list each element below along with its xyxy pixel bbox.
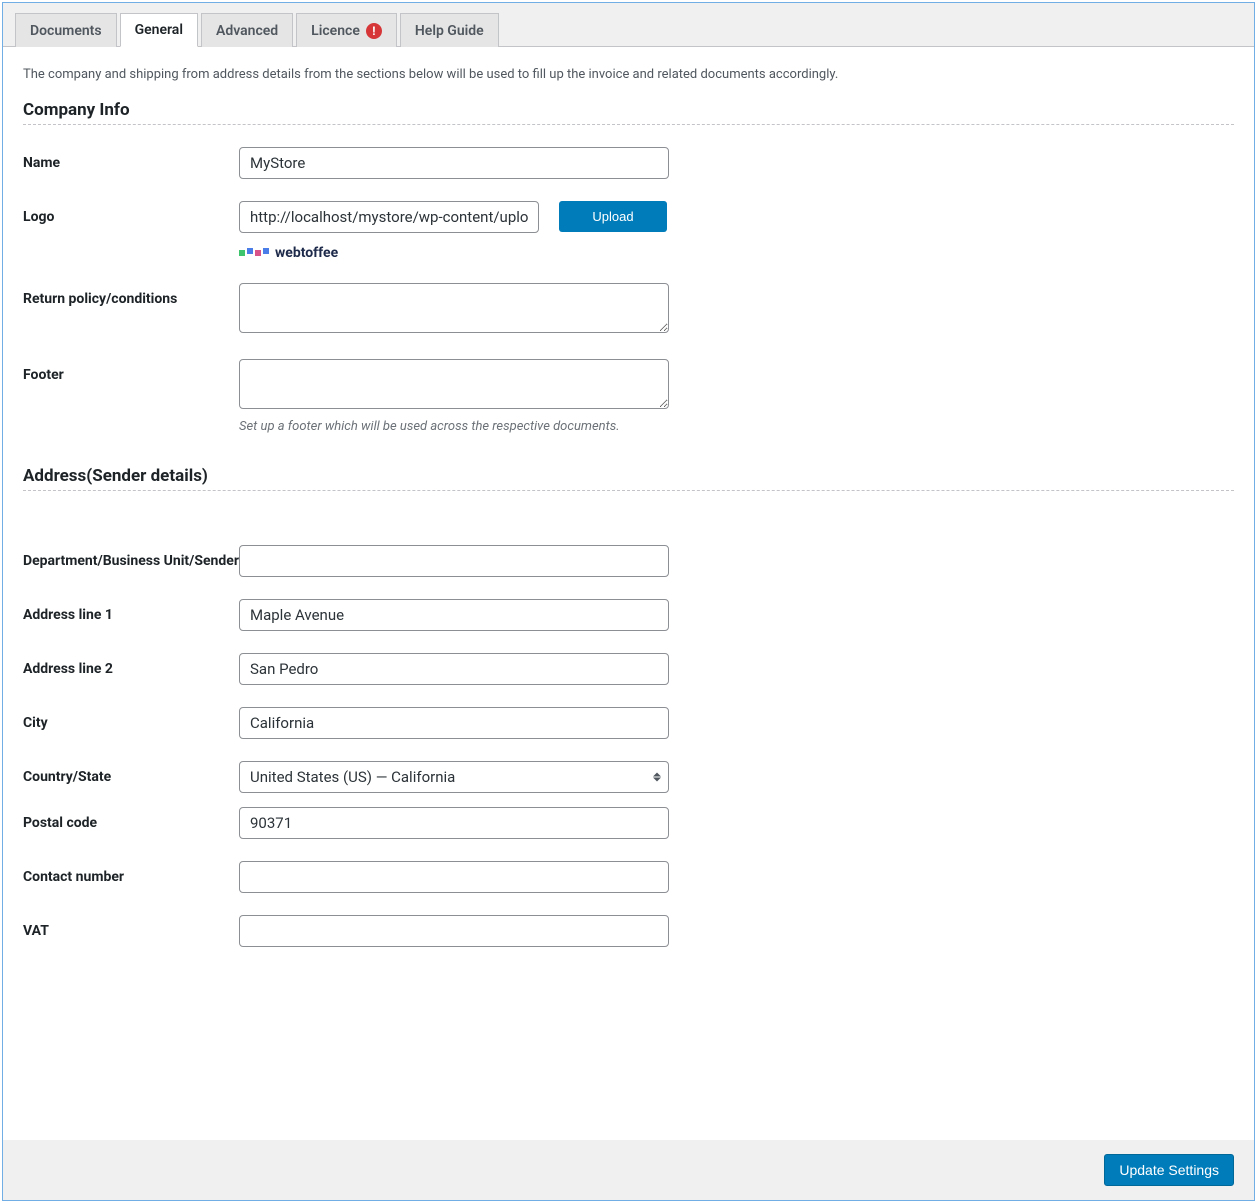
upload-button[interactable]: Upload: [559, 201, 667, 232]
footer-help: Set up a footer which will be used acros…: [239, 419, 669, 434]
footer-field[interactable]: [239, 359, 669, 409]
department-label: Department/Business Unit/Sender: [23, 545, 239, 569]
logo-preview-text: webtoffee: [275, 245, 338, 261]
tab-advanced[interactable]: Advanced: [201, 13, 293, 47]
postal-label: Postal code: [23, 807, 239, 831]
city-field[interactable]: [239, 707, 669, 739]
addr1-label: Address line 1: [23, 599, 239, 623]
return-policy-field[interactable]: [239, 283, 669, 333]
addr2-field[interactable]: [239, 653, 669, 685]
postal-field[interactable]: [239, 807, 669, 839]
contact-field[interactable]: [239, 861, 669, 893]
section-company-title: Company Info: [23, 100, 1234, 125]
footer-label: Footer: [23, 359, 239, 383]
vat-field[interactable]: [239, 915, 669, 947]
addr1-field[interactable]: [239, 599, 669, 631]
section-address-title: Address(Sender details): [23, 466, 1234, 491]
return-policy-label: Return policy/conditions: [23, 283, 239, 307]
country-label: Country/State: [23, 761, 239, 785]
vat-label: VAT: [23, 915, 239, 939]
logo-field[interactable]: [239, 201, 539, 233]
tab-licence[interactable]: Licence !: [296, 13, 397, 47]
country-select[interactable]: United States (US) — California: [239, 761, 669, 793]
logo-label: Logo: [23, 201, 239, 225]
name-label: Name: [23, 147, 239, 171]
name-field[interactable]: [239, 147, 669, 179]
tab-documents[interactable]: Documents: [15, 13, 117, 47]
tab-help-guide[interactable]: Help Guide: [400, 13, 499, 47]
department-field[interactable]: [239, 545, 669, 577]
contact-label: Contact number: [23, 861, 239, 885]
logo-preview: webtoffee: [239, 245, 669, 261]
tabs-bar: Documents General Advanced Licence ! Hel…: [3, 3, 1254, 47]
alert-icon: !: [366, 23, 382, 39]
update-settings-button[interactable]: Update Settings: [1104, 1154, 1234, 1186]
city-label: City: [23, 707, 239, 731]
intro-text: The company and shipping from address de…: [23, 67, 1234, 82]
footer-bar: Update Settings: [3, 1140, 1254, 1200]
addr2-label: Address line 2: [23, 653, 239, 677]
tab-general[interactable]: General: [120, 13, 198, 47]
